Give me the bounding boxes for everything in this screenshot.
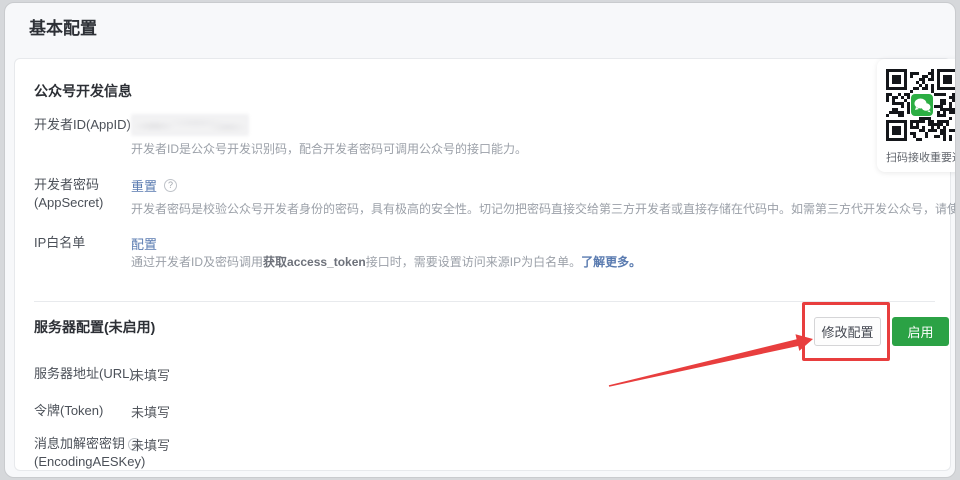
- appsecret-description: 开发者密码是校验公众号开发者身份的密码，具有极高的安全性。切记勿把密码直接交给第…: [131, 200, 956, 217]
- token-label: 令牌(Token): [34, 402, 103, 420]
- basic-config-page: 基本配置 公众号开发信息 开发者ID(AppID) 开发者ID是公众号开发识别码…: [4, 2, 956, 478]
- appid-value-redacted: [131, 114, 249, 136]
- page-title: 基本配置: [29, 14, 97, 39]
- server-url-label: 服务器地址(URL): [34, 365, 134, 383]
- aeskey-label-line2: (EncodingAESKey): [34, 453, 145, 471]
- ip-whitelist-description: 通过开发者ID及密码调用获取access_token接口时，需要设置访问来源IP…: [131, 253, 641, 270]
- token-value: 未填写: [131, 402, 170, 421]
- appsecret-label-line2: (AppSecret): [34, 194, 103, 212]
- modify-config-button[interactable]: 修改配置: [814, 317, 881, 346]
- section-divider: [34, 301, 935, 302]
- aeskey-value: 未填写: [131, 435, 170, 454]
- section-title-server-config: 服务器配置(未启用): [34, 317, 155, 337]
- enable-button[interactable]: 启用: [892, 317, 949, 346]
- server-url-value: 未填写: [131, 365, 170, 384]
- appsecret-label-line1: 开发者密码: [34, 176, 99, 194]
- appid-label: 开发者ID(AppID): [34, 116, 131, 134]
- appsecret-help-icon[interactable]: ?: [164, 179, 177, 192]
- appid-description: 开发者ID是公众号开发识别码，配合开发者密码可调用公众号的接口能力。: [131, 140, 527, 157]
- wechat-qr-code-icon: [886, 69, 956, 141]
- aeskey-label-line1: 消息加解密密钥: [34, 435, 125, 453]
- ip-whitelist-label: IP白名单: [34, 234, 85, 252]
- appsecret-reset-link[interactable]: 重置: [131, 176, 157, 195]
- qr-caption: 扫码接收重要通知: [886, 149, 956, 165]
- ip-desc-access-token: 获取access_token: [263, 255, 366, 269]
- qr-notice-card: 扫码接收重要通知: [877, 59, 956, 172]
- ip-desc-prefix: 通过开发者ID及密码调用: [131, 255, 263, 269]
- ip-whitelist-config-link[interactable]: 配置: [131, 234, 157, 253]
- learn-more-link[interactable]: 了解更多。: [581, 255, 641, 269]
- section-title-dev-info: 公众号开发信息: [34, 81, 132, 101]
- ip-desc-suffix: 接口时，需要设置访问来源IP为白名单。: [366, 255, 581, 269]
